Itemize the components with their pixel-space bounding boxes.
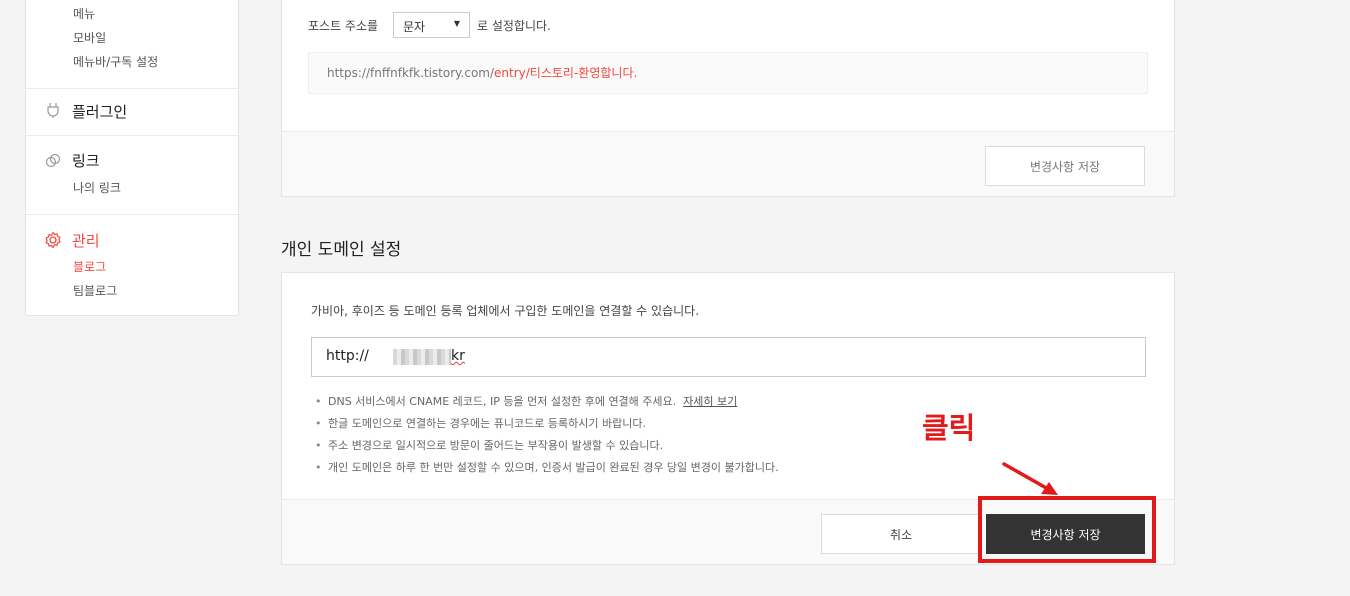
gear-icon — [45, 231, 61, 249]
sidebar-item-manage[interactable]: 관리 — [72, 230, 100, 251]
settings-sidebar: 메뉴 모바일 메뉴바/구독 설정 플러그인 링크 나의 링크 관리 블로그 팀블… — [25, 0, 239, 316]
list-item: 한글 도메인으로 연결하는 경우에는 퓨니코드로 등록하시기 바랍니다. — [315, 417, 1155, 431]
note-text: DNS 서비스에서 CNAME 레코드, IP 등을 먼저 설정한 후에 연결해… — [328, 395, 677, 408]
sidebar-item-menu[interactable]: 메뉴 — [73, 5, 95, 22]
redacted-domain — [393, 349, 451, 365]
post-address-suffix: 로 설정합니다. — [477, 19, 551, 33]
sidebar-item-link[interactable]: 링크 — [72, 150, 100, 171]
cancel-button[interactable]: 취소 — [821, 514, 981, 554]
divider — [26, 135, 238, 136]
input-suffix: kr — [451, 348, 465, 364]
divider — [26, 88, 238, 89]
url-preview-box: https://fnffnfkfk.tistory.com/entry/티스토리… — [308, 52, 1148, 94]
list-item: 주소 변경으로 일시적으로 방문이 줄어드는 부작용이 발생할 수 있습니다. — [315, 439, 1155, 453]
domain-input[interactable]: http:// kr — [311, 337, 1146, 377]
click-annotation-label: 클릭 — [922, 411, 976, 445]
divider — [26, 214, 238, 215]
sidebar-item-menubar[interactable]: 메뉴바/구독 설정 — [73, 53, 158, 70]
save-button[interactable]: 변경사항 저장 — [985, 146, 1145, 186]
sidebar-item-mobile[interactable]: 모바일 — [73, 29, 106, 46]
sidebar-item-blog[interactable]: 블로그 — [73, 258, 106, 275]
sidebar-item-plugin[interactable]: 플러그인 — [72, 101, 127, 122]
url-highlight: entry/티스토리-환영합니다. — [494, 66, 638, 80]
input-prefix: http:// — [326, 348, 369, 364]
detail-link[interactable]: 자세히 보기 — [683, 395, 737, 408]
post-address-prefix: 포스트 주소를 — [308, 19, 379, 33]
list-item: DNS 서비스에서 CNAME 레코드, IP 등을 먼저 설정한 후에 연결해… — [315, 395, 1155, 409]
note-text: 개인 도메인은 하루 한 번만 설정할 수 있으며, 인증서 발급이 완료된 경… — [328, 461, 779, 474]
caret-down-icon: ▼ — [453, 19, 460, 28]
url-base: https://fnffnfkfk.tistory.com/ — [327, 66, 495, 80]
highlight-box — [978, 496, 1156, 563]
sidebar-item-team-blog[interactable]: 팀블로그 — [73, 282, 117, 299]
note-text: 한글 도메인으로 연결하는 경우에는 퓨니코드로 등록하시기 바랍니다. — [328, 417, 646, 430]
note-text: 주소 변경으로 일시적으로 방문이 줄어드는 부작용이 발생할 수 있습니다. — [328, 439, 664, 452]
post-address-type-select[interactable]: 문자 ▼ — [393, 12, 470, 38]
section-title: 개인 도메인 설정 — [281, 240, 402, 260]
domain-description: 가비아, 후이즈 등 도메인 등록 업체에서 구입한 도메인을 연결할 수 있습… — [311, 304, 700, 318]
plug-icon — [47, 103, 59, 118]
select-value: 문자 — [403, 20, 426, 34]
post-address-card: 포스트 주소를 문자 ▼ 로 설정합니다. https://fnffnfkfk.… — [281, 0, 1175, 197]
card-footer: 변경사항 저장 — [282, 131, 1174, 196]
arrow-icon — [1002, 462, 1058, 495]
link-icon — [45, 153, 61, 168]
sidebar-item-my-link[interactable]: 나의 링크 — [73, 179, 121, 196]
